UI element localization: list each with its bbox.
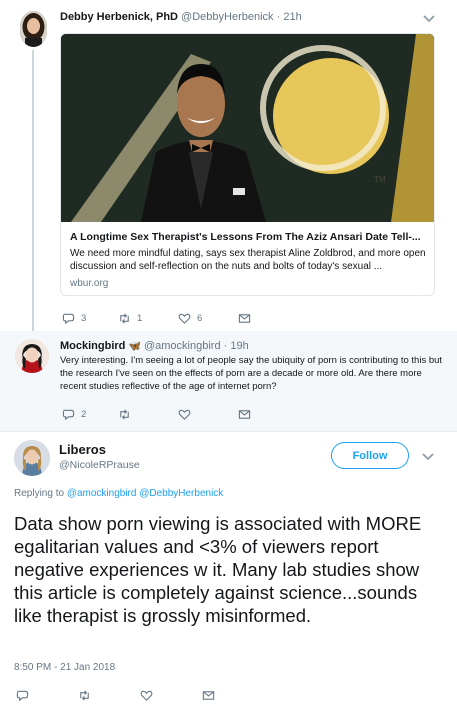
- retweet-button[interactable]: [118, 408, 178, 421]
- card-title[interactable]: A Longtime Sex Therapist's Lessons From …: [70, 231, 421, 243]
- retweet-icon: [120, 409, 129, 420]
- tweet-text: Very interesting. I'm seeing a lot of pe…: [60, 355, 443, 392]
- replying-to-label: Replying to: [14, 488, 65, 499]
- retweet-button[interactable]: 1: [118, 312, 178, 325]
- like-icon: [178, 409, 191, 420]
- tweet-text: Data show porn viewing is associated wit…: [14, 513, 422, 626]
- chevron-down-icon[interactable]: [422, 14, 436, 24]
- tweet-header: Mockingbird 🦋 @amockingbird · 19h: [60, 340, 249, 352]
- tweet-header: Debby Herbenick, PhD @DebbyHerbenick · 2…: [60, 11, 302, 23]
- card-image-tm: TM: [374, 175, 386, 184]
- tweet-debby[interactable]: Debby Herbenick, PhD @DebbyHerbenick · 2…: [0, 0, 457, 331]
- avatar[interactable]: [15, 339, 49, 373]
- tweet-actions: [16, 689, 215, 702]
- card-image[interactable]: TM: [61, 34, 434, 222]
- message-button[interactable]: [238, 312, 251, 325]
- avatar[interactable]: [20, 11, 47, 47]
- message-button[interactable]: [238, 408, 251, 421]
- like-icon: [178, 313, 191, 324]
- reply-count: 3: [81, 313, 87, 324]
- link-card[interactable]: TM A Longtime Sex Therapist's Lessons Fr…: [60, 33, 435, 296]
- reply-icon: [62, 313, 75, 325]
- retweet-icon: [120, 313, 129, 324]
- reply-button[interactable]: 3: [62, 312, 118, 325]
- message-icon: [238, 410, 251, 419]
- display-name[interactable]: Debby Herbenick, PhD: [60, 11, 178, 23]
- like-button[interactable]: 6: [178, 312, 238, 325]
- replying-to: Replying to @amockingbird @DebbyHerbenic…: [14, 488, 223, 499]
- like-count: 6: [197, 313, 203, 324]
- message-icon: [238, 314, 251, 323]
- handle[interactable]: @amockingbird: [144, 340, 221, 352]
- reply-icon: [62, 409, 75, 421]
- like-icon: [140, 690, 153, 701]
- like-button[interactable]: [140, 689, 202, 702]
- message-icon: [202, 691, 215, 700]
- reply-icon: [16, 690, 29, 702]
- tweet-timestamp[interactable]: 8:50 PM - 21 Jan 2018: [14, 662, 115, 673]
- follow-button[interactable]: Follow: [331, 442, 409, 469]
- tweet-time[interactable]: · 19h: [224, 340, 249, 352]
- tweet-time[interactable]: · 21h: [277, 11, 302, 23]
- like-button[interactable]: [178, 408, 238, 421]
- tweet-actions: 2: [62, 408, 251, 421]
- tweet-mockingbird[interactable]: Mockingbird 🦋 @amockingbird · 19h Very i…: [0, 331, 457, 431]
- butterfly-emoji: 🦋: [128, 341, 141, 352]
- display-name[interactable]: Liberos: [59, 442, 106, 457]
- card-domain[interactable]: wbur.org: [70, 278, 108, 289]
- message-button[interactable]: [202, 689, 215, 702]
- card-description: We need more mindful dating, says sex th…: [70, 248, 426, 272]
- display-name[interactable]: Mockingbird: [60, 340, 125, 352]
- tweet-liberos-main[interactable]: Liberos @NicoleRPrause Follow Replying t…: [0, 431, 457, 710]
- retweet-icon: [80, 690, 89, 701]
- handle[interactable]: @DebbyHerbenick: [181, 11, 274, 23]
- chevron-down-icon[interactable]: [421, 452, 435, 462]
- reply-button[interactable]: 2: [62, 408, 118, 421]
- avatar[interactable]: [14, 440, 50, 476]
- retweet-count: 1: [137, 313, 143, 324]
- mention-link[interactable]: @amockingbird: [67, 488, 137, 499]
- reply-count: 2: [81, 409, 87, 420]
- reply-button[interactable]: [16, 689, 78, 702]
- handle[interactable]: @NicoleRPrause: [59, 459, 140, 471]
- tweet-actions: 3 1 6: [62, 312, 251, 325]
- thread-line: [32, 50, 34, 331]
- retweet-button[interactable]: [78, 689, 140, 702]
- mention-link[interactable]: @DebbyHerbenick: [139, 488, 223, 499]
